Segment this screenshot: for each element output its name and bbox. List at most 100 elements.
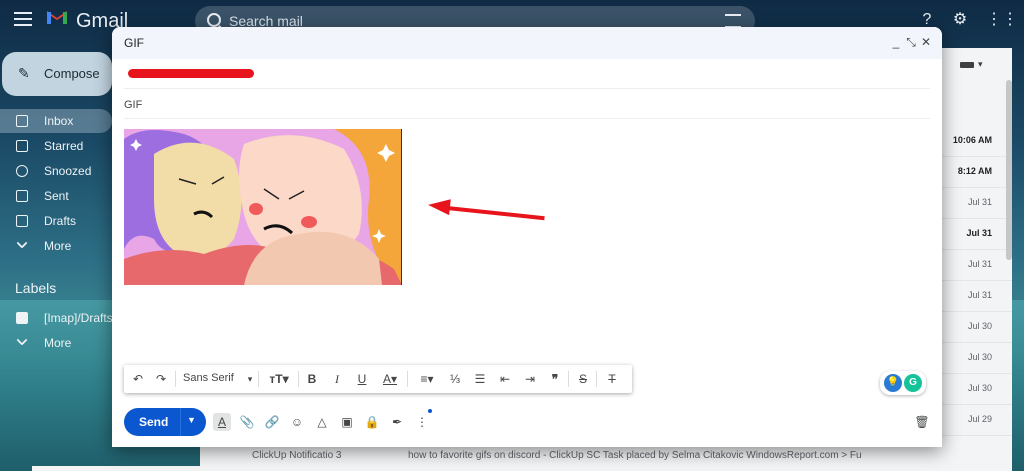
toolbar-divider (568, 371, 569, 387)
sidebar-item-inbox[interactable]: Inbox (0, 109, 112, 133)
compose-button[interactable]: ✎ Compose (2, 52, 112, 96)
send-button[interactable]: Send ▼ (124, 408, 206, 436)
undo-icon[interactable]: ↶ (130, 371, 146, 387)
table-row[interactable]: Jul 31 (940, 281, 1012, 312)
mail-date: 10:06 AM (952, 135, 992, 145)
redaction-mark (128, 69, 254, 78)
mail-sender: ClickUp Notificatio 3 (252, 450, 342, 461)
quote-icon[interactable]: ❞ (547, 371, 563, 387)
sidebar-item-drafts[interactable]: Drafts (0, 209, 112, 233)
keyboard-icon[interactable] (960, 62, 974, 68)
main-menu-icon[interactable] (14, 12, 32, 26)
insert-link-icon[interactable]: 🔗 (263, 413, 281, 431)
table-row[interactable]: Jul 31 (940, 188, 1012, 219)
subject-field[interactable]: GIF (124, 89, 930, 119)
sidebar-item-starred[interactable]: Starred (0, 134, 112, 158)
attach-file-icon[interactable]: 📎 (238, 413, 256, 431)
numbered-list-icon[interactable]: ⅓ (447, 371, 463, 387)
search-icon[interactable] (207, 13, 221, 27)
grammarly-widget[interactable]: 💡 G (880, 371, 926, 395)
bold-icon[interactable]: B (304, 371, 320, 387)
mail-date: Jul 31 (966, 228, 992, 238)
send-icon (16, 190, 28, 202)
table-row[interactable]: Jul 31 (940, 250, 1012, 281)
toolbar-divider (298, 371, 299, 387)
minimize-icon[interactable]: _ (888, 33, 904, 51)
sidebar-item-label: Starred (44, 139, 84, 153)
mail-list-panel: 10:06 AM 8:12 AM Jul 31 Jul 31 Jul 31 Ju… (940, 48, 1012, 471)
sidebar-label-imap-drafts[interactable]: [Imap]/Drafts (0, 306, 113, 330)
sidebar-item-snoozed[interactable]: Snoozed (0, 159, 112, 183)
sidebar-item-label: Inbox (44, 114, 74, 128)
mail-date: Jul 30 (967, 321, 992, 331)
toolbar-divider (596, 371, 597, 387)
redo-icon[interactable]: ↷ (153, 371, 169, 387)
sidebar-label-more[interactable]: More (0, 331, 112, 355)
annotation-arrow-shaft (446, 206, 545, 221)
mail-date: Jul 31 (967, 197, 992, 207)
chevron-down-icon (16, 334, 28, 346)
sidebar-item-label: Snoozed (44, 164, 92, 178)
fullscreen-icon[interactable]: ⤡ (903, 33, 919, 51)
grammarly-icon[interactable]: G (904, 374, 922, 392)
chevron-down-icon[interactable]: ▾ (978, 59, 983, 70)
discard-draft-trash-icon[interactable]: 🗑 (913, 413, 931, 431)
table-row[interactable]: Jul 30 (940, 312, 1012, 343)
compose-dialog: GIF _ ⤡ ✕ GIF ↶ ↷ Sans Serif ▾ тT▾ B I U… (112, 27, 942, 447)
sidebar-item-label: Drafts (44, 214, 77, 228)
table-row[interactable]: 10:06 AM (940, 126, 1012, 157)
insert-photo-icon[interactable]: ▣ (338, 413, 356, 431)
table-row[interactable]: Jul 31 (940, 219, 1012, 250)
apps-grid-icon[interactable]: ⋮⋮ (986, 11, 1018, 29)
strikethrough-icon[interactable]: S (575, 371, 591, 387)
table-row[interactable]: Jul 29 (940, 405, 1012, 436)
settings-gear-icon[interactable]: ⚙ (951, 11, 969, 29)
subject-input[interactable]: GIF (124, 99, 142, 111)
toolbar-divider (258, 371, 259, 387)
table-row[interactable]: Jul 30 (940, 343, 1012, 374)
google-drive-icon[interactable]: △ (313, 413, 331, 431)
indent-less-icon[interactable]: ⇤ (497, 371, 513, 387)
chevron-down-icon[interactable]: ▾ (244, 371, 256, 387)
gif-illustration (124, 129, 401, 285)
table-row[interactable]: 8:12 AM (940, 157, 1012, 188)
confidential-mode-icon[interactable]: 🔒 (363, 413, 381, 431)
table-row[interactable]: Jul 30 (940, 374, 1012, 405)
more-options-icon[interactable]: ⋮ (413, 413, 431, 431)
send-label: Send (139, 415, 169, 429)
search-options-icon[interactable] (725, 14, 741, 28)
toolbar-divider (407, 371, 408, 387)
compose-header[interactable]: GIF _ ⤡ ✕ (112, 27, 942, 59)
indent-more-icon[interactable]: ⇥ (522, 371, 538, 387)
align-icon[interactable]: ≡▾ (414, 371, 440, 387)
chevron-down-icon (16, 237, 28, 249)
emoji-icon[interactable]: ☺ (288, 413, 306, 431)
font-family-select[interactable]: Sans Serif (183, 372, 234, 384)
schedule-send-chevron-icon[interactable]: ▼ (187, 415, 196, 425)
mail-date: Jul 30 (967, 383, 992, 393)
sidebar-item-label: Sent (44, 189, 69, 203)
text-color-icon[interactable]: A▾ (377, 371, 403, 387)
mail-list-scrollbar[interactable] (1006, 80, 1012, 260)
mail-date: 8:12 AM (957, 166, 992, 176)
close-icon[interactable]: ✕ (918, 33, 934, 51)
table-row[interactable]: ClickUp Notificatio 3 how to favorite gi… (200, 446, 940, 471)
pencil-icon: ✎ (18, 65, 30, 81)
formatting-options-icon[interactable]: A (213, 413, 231, 431)
gmail-logo-icon[interactable] (46, 9, 68, 25)
sidebar-item-more[interactable]: More (0, 234, 112, 258)
send-divider (180, 408, 181, 436)
sidebar-item-sent[interactable]: Sent (0, 184, 112, 208)
underline-icon[interactable]: U (354, 371, 370, 387)
italic-icon[interactable]: I (329, 371, 345, 387)
taskbar-strip (32, 466, 204, 471)
lightbulb-icon[interactable]: 💡 (884, 374, 902, 392)
signature-pen-icon[interactable]: ✒ (388, 413, 406, 431)
recipients-field[interactable] (124, 59, 930, 89)
inbox-icon (16, 115, 28, 127)
font-size-icon[interactable]: тT▾ (264, 371, 294, 387)
inserted-gif-image[interactable] (124, 129, 402, 285)
mail-date: Jul 31 (967, 259, 992, 269)
bulleted-list-icon[interactable]: ☰ (472, 371, 488, 387)
remove-formatting-icon[interactable]: T (602, 371, 622, 387)
